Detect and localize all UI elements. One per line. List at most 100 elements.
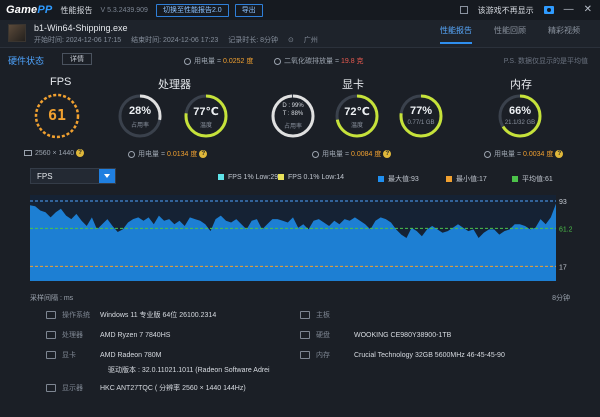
- hide-game-checkbox[interactable]: [459, 6, 468, 14]
- help-icon[interactable]: ?: [383, 150, 392, 159]
- gpu-temp-label: 温度: [350, 123, 363, 129]
- memory-gauge: 66% 21.1/32 GB: [497, 93, 543, 139]
- spec-driver: 驱动版本 : 32.0.11021.1011 (Radeon Software …: [108, 367, 270, 374]
- legend-swatch: [446, 176, 452, 183]
- memory-icon: [300, 351, 310, 360]
- legend-min: 最小值:17: [446, 174, 487, 184]
- metric-select[interactable]: FPS: [30, 168, 116, 184]
- spec-disk: 硬盘 WOOKING CE980Y38900-1TB: [300, 330, 451, 340]
- min-line-label: 17: [559, 264, 567, 271]
- power-icon: [312, 150, 319, 158]
- cpu-temp-value: 77℃: [193, 106, 219, 118]
- report-tabs: 性能报告 性能回顾 精彩视频: [440, 25, 580, 44]
- gpu-power: 用电量 = 0.0084 度 ?: [312, 149, 392, 159]
- spec-memory: 内存 Crucial Technology 32GB 5600MHz 46-45-…: [300, 350, 505, 360]
- session-times: 开始时间: 2024-12-06 17:15 结束时间: 2024-12-06 …: [34, 35, 326, 45]
- total-power: 用电量 = 0.0252 度: [184, 56, 253, 66]
- fps-gauge: 61: [33, 92, 81, 140]
- legend-fps-01-low: FPS 0.1% Low:14: [278, 174, 344, 181]
- tab-highlight-videos[interactable]: 精彩视频: [548, 25, 580, 44]
- cpu-usage-gauge: 28% 占用率: [117, 93, 163, 139]
- gpu-temp-gauge: 72℃ 温度: [334, 93, 380, 139]
- gpu-vram-gauge: 77% 0.77/1 GB: [398, 93, 444, 139]
- gpu-usage-label: 占用率: [283, 124, 302, 130]
- legend-swatch: [378, 176, 384, 183]
- legend-swatch: [218, 174, 224, 181]
- spec-cpu: 处理器 AMD Ryzen 7 7840HS: [46, 330, 170, 340]
- gpu-vram-value: 77%: [409, 105, 433, 117]
- title-bar: GamePP 性能报告 V 5.3.2439.909 切换至性能报告2.0 导出…: [0, 0, 600, 20]
- help-icon[interactable]: ?: [76, 149, 85, 157]
- end-time: 结束时间: 2024-12-06 17:23: [131, 37, 219, 44]
- motherboard-icon: [300, 311, 310, 320]
- cpu-power: 用电量 = 0.0134 度 ?: [128, 149, 208, 159]
- spec-os: 操作系统 Windows 11 专业版 64位 26100.2314: [46, 310, 216, 320]
- disk-icon: [300, 331, 310, 340]
- memory-label: 内存: [510, 79, 532, 91]
- legend-swatch: [512, 176, 518, 183]
- tab-performance-review[interactable]: 性能回顾: [494, 25, 526, 44]
- game-icon: [8, 24, 26, 42]
- leaf-icon: [274, 57, 281, 65]
- power-icon: [128, 150, 135, 158]
- minimize-icon[interactable]: —: [564, 5, 574, 15]
- metric-select-value: FPS: [37, 172, 53, 181]
- gpu-t-usage: T : 88%: [282, 111, 304, 117]
- system-specs: 操作系统 Windows 11 专业版 64位 26100.2314 主板 处理器…: [0, 302, 600, 417]
- gpu-vram-sub: 0.77/1 GB: [407, 120, 435, 126]
- duration: 记录时长: 8分钟: [228, 37, 279, 44]
- os-icon: [46, 311, 56, 320]
- app-logo: GamePP: [6, 4, 53, 16]
- hide-game-label: 该游戏不再显示: [477, 5, 534, 15]
- switch-report-button[interactable]: 切换至性能报告2.0: [155, 3, 229, 17]
- legend-fps-1-low: FPS 1% Low:29: [218, 174, 278, 181]
- spec-display: 显示器 HKC ANT27TQC ( 分辨率 2560 × 1440 144Hz): [46, 383, 246, 393]
- cpu-temp-gauge: 77℃ 温度: [183, 93, 229, 139]
- screenshot-icon[interactable]: [543, 6, 554, 14]
- hardware-header: 硬件状态 详情 用电量 = 0.0252 度 二氧化碳排放量 = 19.8 克 …: [0, 48, 600, 70]
- max-line-label: 93: [559, 199, 567, 206]
- legend-max: 最大值:93: [378, 174, 419, 184]
- cpu-usage-value: 28%: [128, 105, 152, 117]
- avg-line-label: 61.23: [559, 226, 572, 233]
- gpu-temp-value: 72℃: [344, 106, 370, 118]
- cpu-icon: [46, 331, 56, 340]
- version-label: V 5.3.2439.909: [100, 6, 148, 14]
- details-button[interactable]: 详情: [62, 53, 92, 65]
- fps-label: FPS: [50, 76, 72, 88]
- gpu-d-usage: D : 99%: [282, 103, 304, 109]
- memory-power: 用电量 = 0.0034 度 ?: [484, 149, 564, 159]
- memory-sub: 21.1/32 GB: [504, 120, 536, 126]
- close-icon[interactable]: ✕: [584, 5, 592, 15]
- fps-value: 61: [47, 106, 67, 124]
- legend-avg: 平均值:61: [512, 174, 553, 184]
- gpu-usage-gauge: D : 99% T : 88% 占用率: [270, 93, 316, 139]
- gpu-icon: [46, 351, 56, 360]
- gpu-label: 显卡: [342, 79, 364, 91]
- app-title: 性能报告: [60, 5, 93, 15]
- location-pin-icon: ⊙: [288, 37, 294, 44]
- game-exe-name: b1-Win64-Shipping.exe: [34, 23, 128, 33]
- location: 广州: [303, 37, 318, 44]
- hardware-status-title: 硬件状态: [8, 56, 45, 66]
- monitor-icon: [24, 150, 32, 156]
- chevron-down-icon[interactable]: [99, 169, 115, 183]
- help-icon[interactable]: ?: [555, 150, 564, 159]
- legend-swatch: [278, 174, 284, 181]
- export-button[interactable]: 导出: [234, 3, 263, 17]
- memory-value: 66%: [508, 105, 532, 117]
- display-icon: [46, 384, 56, 393]
- power-icon: [484, 150, 491, 158]
- cpu-usage-label: 占用率: [130, 123, 149, 129]
- start-time: 开始时间: 2024-12-06 17:15: [34, 37, 122, 44]
- spec-gpu: 显卡 AMD Radeon 780M: [46, 350, 161, 360]
- chart-controls: FPS FPS 1% Low:29 FPS 0.1% Low:14 最大值:93…: [0, 166, 600, 186]
- cpu-temp-label: 温度: [199, 123, 212, 129]
- co2-emission: 二氧化碳排放量 = 19.8 克: [274, 56, 364, 66]
- tab-performance-report[interactable]: 性能报告: [440, 25, 472, 44]
- game-info-bar: b1-Win64-Shipping.exe 开始时间: 2024-12-06 1…: [0, 20, 600, 48]
- help-icon[interactable]: ?: [199, 150, 208, 159]
- fps-chart-svg: 93 61.23 17: [30, 195, 577, 281]
- fps-chart: 93 61.23 17: [26, 193, 577, 283]
- spec-motherboard: 主板: [300, 310, 354, 320]
